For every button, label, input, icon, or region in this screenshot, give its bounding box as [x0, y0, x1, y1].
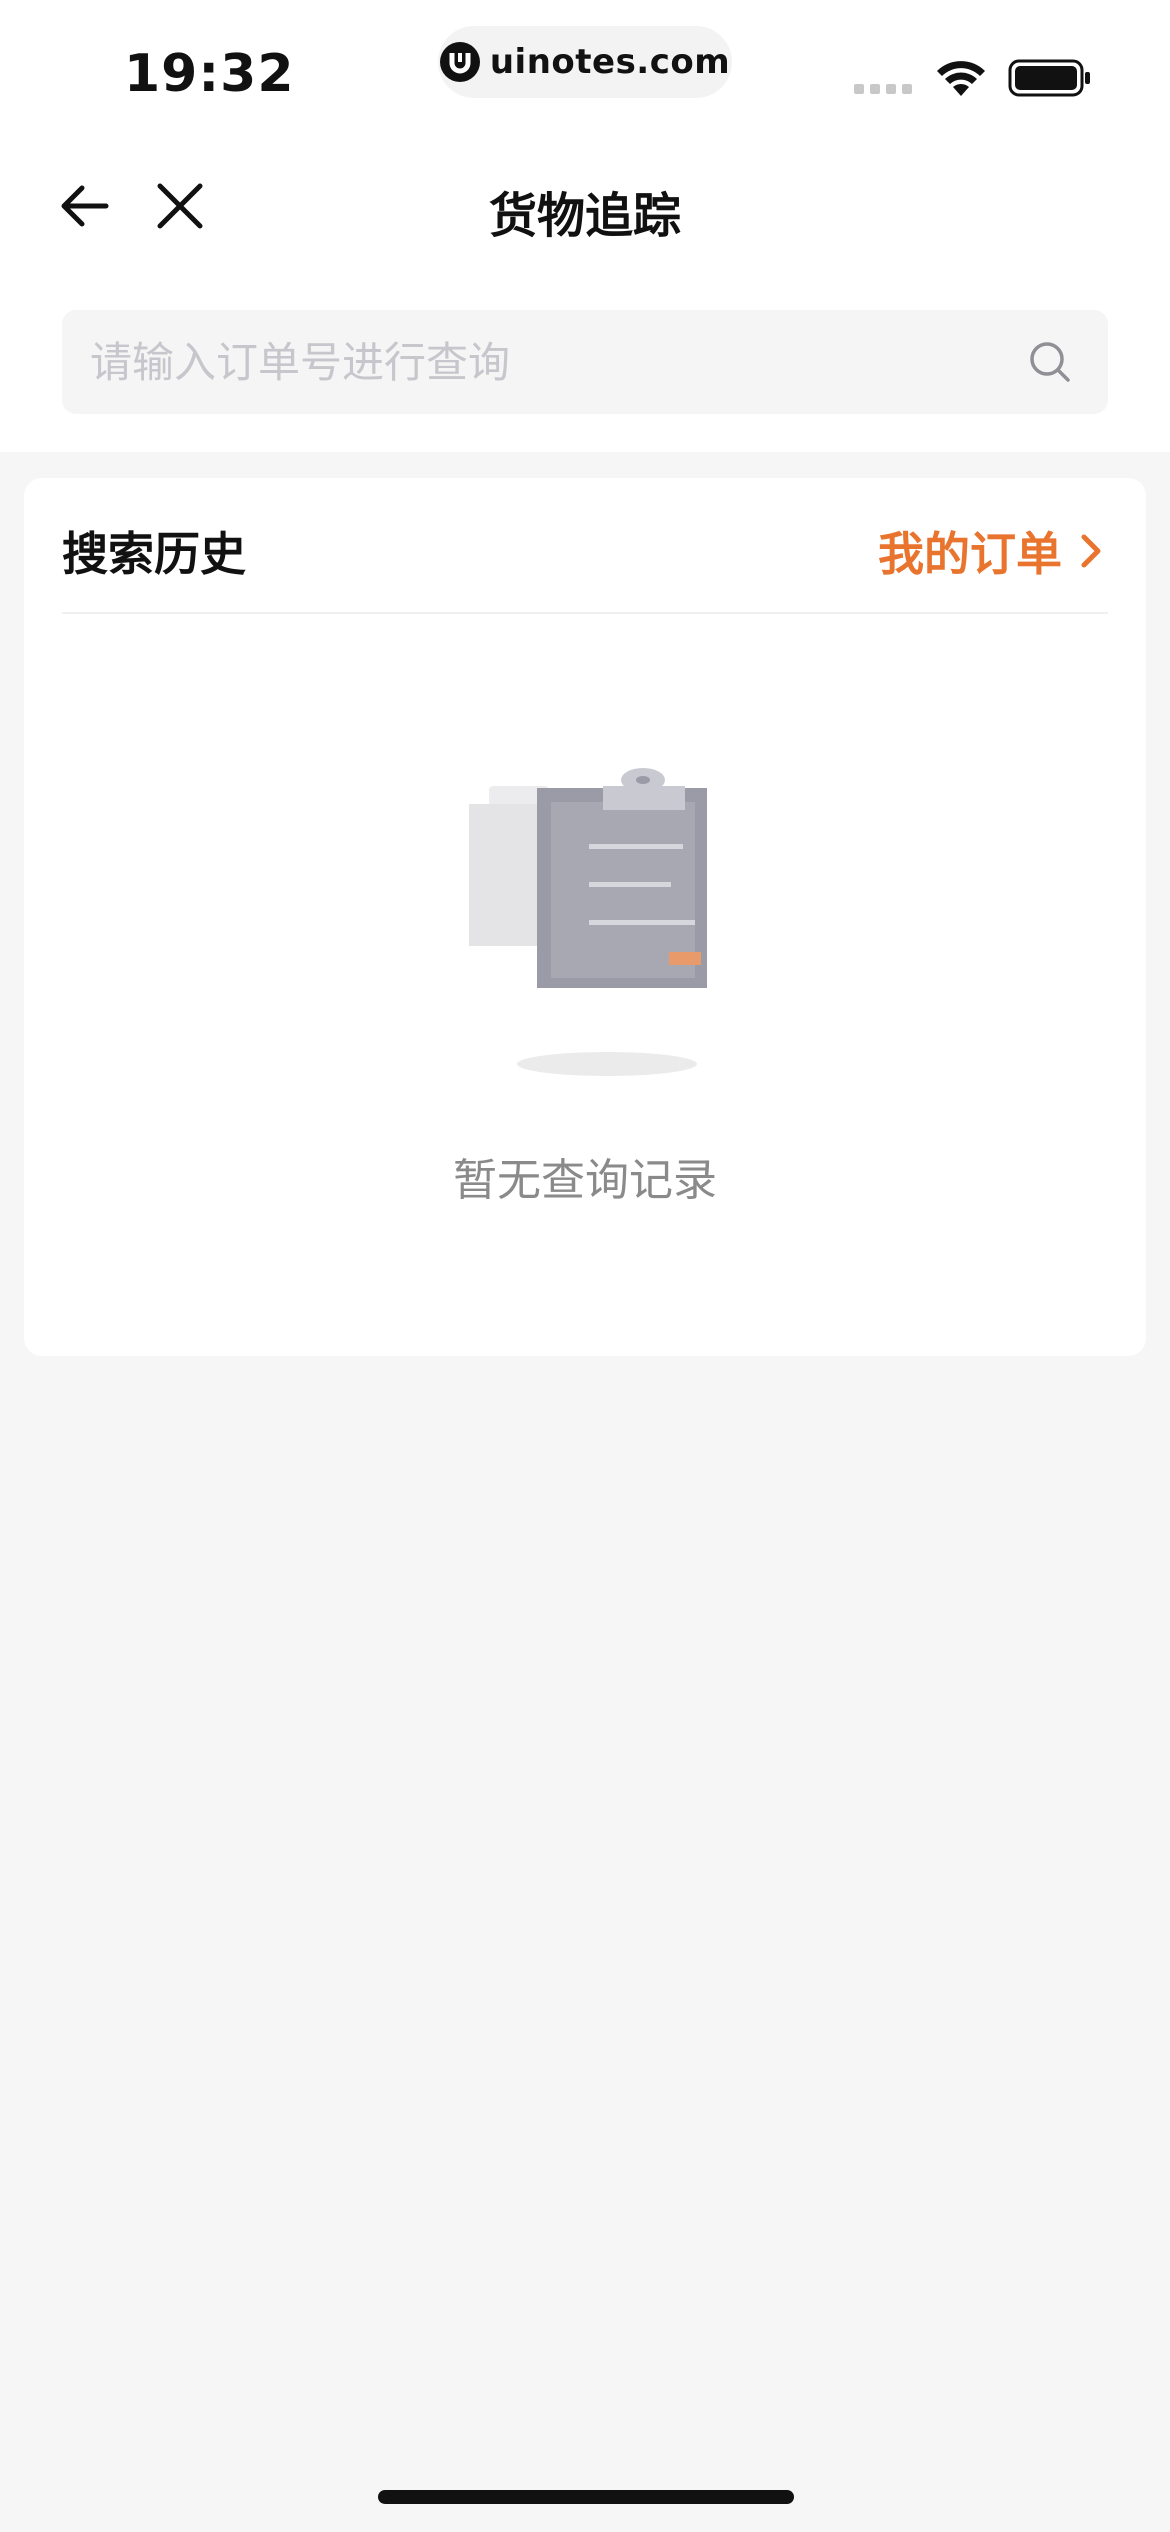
- status-time: 19:32: [124, 44, 295, 104]
- header-area: 19:32 uinotes.com 货物追踪: [0, 0, 1170, 452]
- my-orders-link[interactable]: 我的订单: [878, 518, 1102, 584]
- history-title: 搜索历史: [62, 527, 246, 581]
- signal-icon: [854, 84, 912, 94]
- home-indicator[interactable]: [378, 2490, 794, 2504]
- my-orders-label: 我的订单: [878, 527, 1062, 581]
- url-pill[interactable]: uinotes.com: [438, 26, 732, 98]
- search-input[interactable]: [90, 337, 990, 387]
- url-text: uinotes.com: [489, 42, 731, 82]
- search-bar[interactable]: [62, 310, 1108, 414]
- empty-state-text: 暂无查询记录: [453, 1155, 717, 1206]
- wifi-icon: [937, 61, 985, 96]
- page-title: 货物追踪: [488, 188, 681, 244]
- search-history-card: 搜索历史 我的订单 暂无查询记录: [24, 478, 1146, 1356]
- chevron-right-icon: [1081, 534, 1101, 568]
- clipboard-icon: [469, 768, 707, 1076]
- card-header: 搜索历史 我的订单: [62, 478, 1108, 614]
- site-logo-icon: [439, 42, 480, 82]
- search-icon[interactable]: [1028, 340, 1072, 384]
- battery-icon: [1008, 59, 1090, 97]
